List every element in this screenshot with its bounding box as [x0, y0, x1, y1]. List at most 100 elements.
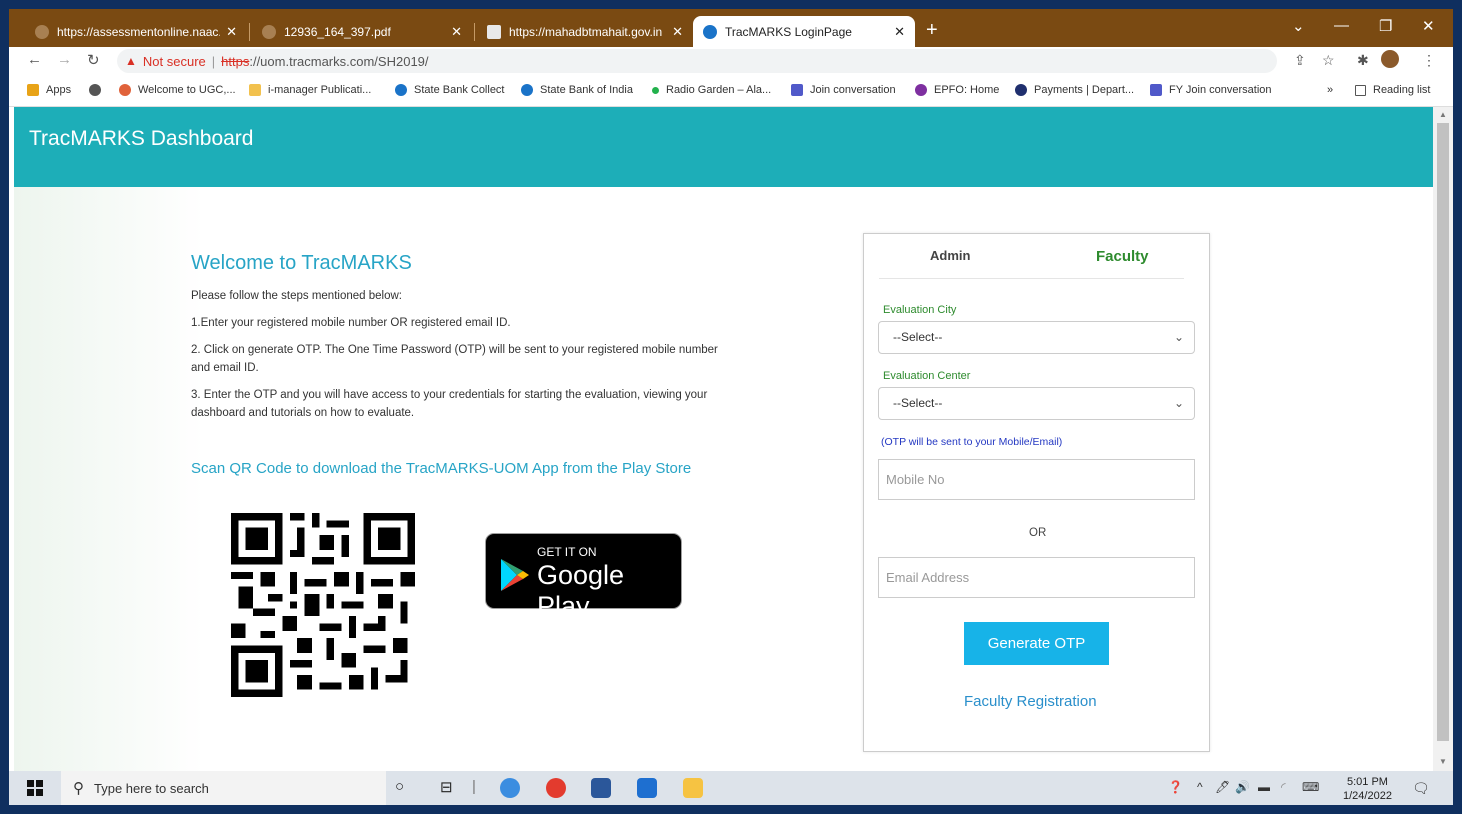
close-tab-icon[interactable]: ✕ [672, 24, 683, 40]
close-tab-icon[interactable]: ✕ [226, 24, 237, 40]
help-icon[interactable]: ❓ [1168, 780, 1183, 794]
gplay-big-text: Google Play [537, 560, 625, 621]
minimize-icon[interactable]: — [1334, 17, 1349, 34]
menu-icon[interactable]: ⋮ [1422, 52, 1436, 69]
battery-icon[interactable]: ▬ [1258, 780, 1270, 794]
bookmark-sbi[interactable]: State Bank of India [521, 84, 633, 96]
notifications-icon[interactable]: 🗨 [1412, 780, 1430, 797]
browser-tab-naac[interactable]: https://assessmentonline.naac.gc ✕ [25, 16, 247, 47]
tab-search-icon[interactable]: ⌄ [1292, 17, 1305, 35]
bookmark-ugc[interactable]: Welcome to UGC,... [119, 84, 236, 96]
close-window-icon[interactable]: ✕ [1422, 17, 1435, 35]
qr-heading: Scan QR Code to download the TracMARKS-U… [191, 460, 692, 477]
cortana-icon[interactable]: ○ [395, 778, 404, 795]
pen-icon[interactable]: 🖊 [1215, 780, 1230, 794]
address-bar[interactable]: ▲ Not secure | https://uom.tracmarks.com… [117, 49, 1277, 73]
not-secure-label: Not secure [142, 53, 206, 69]
google-play-badge[interactable]: GET IT ON Google Play [485, 533, 682, 621]
page-title: TracMARKS Dashboard [29, 127, 254, 150]
forward-icon[interactable]: → [57, 51, 72, 68]
folder-icon [249, 84, 261, 96]
mobile-number-field[interactable]: Mobile No [878, 459, 1195, 500]
wifi-icon[interactable]: ◜ [1281, 780, 1286, 794]
reading-list-icon [1355, 84, 1366, 96]
bookmark-apps[interactable]: Apps [27, 84, 71, 96]
tab-admin[interactable]: Admin [930, 248, 970, 263]
page-scrollbar[interactable]: ▲ ▼ [1433, 107, 1453, 771]
browser-tab-pdf[interactable]: 12936_164_397.pdf ✕ [252, 16, 472, 47]
chevron-down-icon: ⌄ [1173, 396, 1184, 410]
tab-separator [249, 23, 250, 41]
url-path: ://uom.tracmarks.com/SH2019/ [249, 53, 429, 69]
clock-date: 1/24/2022 [1343, 790, 1392, 802]
background-gradient [14, 187, 204, 771]
bookmark-label: Join conversation [810, 84, 896, 96]
taskbar-clock[interactable]: 5:01 PM 1/24/2022 [1343, 775, 1392, 803]
close-tab-icon[interactable]: ✕ [451, 24, 462, 40]
generate-otp-button[interactable]: Generate OTP [964, 622, 1109, 665]
evaluation-city-value: --Select-- [893, 330, 943, 344]
bookmark-label: i-manager Publicati... [268, 84, 372, 96]
welcome-title: Welcome to TracMARKS [191, 252, 412, 274]
taskbar-search-placeholder: Type here to search [94, 780, 209, 796]
teams-icon [791, 84, 803, 96]
intro-text: Please follow the steps mentioned below: [191, 290, 402, 302]
browser-tab-tracmarks[interactable]: TracMARKS LoginPage ✕ [693, 16, 915, 47]
evaluation-city-select[interactable]: --Select-- ⌄ [878, 321, 1195, 354]
bookmark-unnamed[interactable] [89, 84, 108, 96]
task-view-icon[interactable]: ⊟ [440, 778, 453, 796]
tab-faculty[interactable]: Faculty [1096, 248, 1149, 265]
windows-start-icon[interactable] [27, 780, 43, 796]
radio-garden-icon [652, 86, 659, 94]
photos-icon[interactable] [637, 778, 657, 798]
edge-icon[interactable] [500, 778, 520, 798]
faculty-registration-link[interactable]: Faculty Registration [964, 693, 1097, 710]
more-bookmarks-button[interactable]: » [1327, 84, 1333, 96]
bookmark-radio-garden[interactable]: Radio Garden – Ala... [652, 84, 771, 96]
evaluation-center-select[interactable]: --Select-- ⌄ [878, 387, 1195, 420]
share-icon[interactable]: ⇪ [1294, 52, 1306, 69]
maximize-icon[interactable]: ❐ [1379, 17, 1392, 35]
back-icon[interactable]: ← [27, 51, 42, 68]
evaluation-city-label: Evaluation City [883, 304, 957, 316]
new-tab-button[interactable]: + [926, 19, 938, 42]
tray-chevron-icon[interactable]: ^ [1197, 780, 1203, 794]
scroll-down-icon[interactable]: ▼ [1439, 757, 1447, 766]
reading-list-button[interactable]: Reading list [1355, 84, 1430, 96]
play-store-icon [501, 559, 529, 591]
bookmark-imanager[interactable]: i-manager Publicati... [249, 84, 371, 96]
bookmark-epfo[interactable]: EPFO: Home [915, 84, 999, 96]
taskbar-divider-icon: | [472, 778, 476, 795]
tab-title: TracMARKS LoginPage [725, 24, 852, 39]
close-tab-icon[interactable]: ✕ [894, 24, 905, 40]
bookmark-sbi-collect[interactable]: State Bank Collect [395, 84, 505, 96]
page-icon [487, 24, 501, 39]
volume-icon[interactable]: 🔊 [1235, 780, 1250, 794]
bookmark-label: FY Join conversation [1169, 84, 1272, 96]
chrome-icon[interactable] [546, 778, 566, 798]
login-panel: Admin Faculty Evaluation City --Select--… [863, 233, 1210, 752]
browser-tab-mahadbt[interactable]: https://mahadbtmahait.gov.in ✕ [477, 16, 693, 47]
clock-time: 5:01 PM [1346, 776, 1388, 788]
tab-strip: https://assessmentonline.naac.gc ✕ 12936… [9, 9, 1453, 47]
extensions-icon[interactable]: ✱ [1357, 52, 1369, 69]
bookmark-star-icon[interactable]: ☆ [1322, 52, 1335, 69]
scroll-up-icon[interactable]: ▲ [1439, 110, 1447, 119]
ugc-icon [119, 84, 131, 96]
file-explorer-icon[interactable] [683, 778, 703, 798]
profile-avatar[interactable] [1381, 50, 1399, 68]
qr-code [231, 513, 415, 697]
scrollbar-thumb[interactable] [1437, 123, 1449, 741]
email-address-field[interactable]: Email Address [878, 557, 1195, 598]
bookmarks-bar: Apps Welcome to UGC,... i-manager Public… [9, 75, 1453, 107]
bookmark-label: Apps [46, 84, 72, 96]
github-icon [89, 84, 101, 96]
bookmark-teams-1[interactable]: Join conversation [791, 84, 896, 96]
keyboard-icon[interactable]: ⌨ [1302, 780, 1319, 794]
bookmark-payments[interactable]: Payments | Depart... [1015, 84, 1134, 96]
reload-icon[interactable]: ↻ [87, 51, 100, 69]
otp-note: (OTP will be sent to your Mobile/Email) [881, 436, 1063, 448]
word-icon[interactable] [591, 778, 611, 798]
taskbar-search[interactable]: ⚲ Type here to search [61, 771, 386, 805]
bookmark-teams-2[interactable]: FY Join conversation [1150, 84, 1272, 96]
